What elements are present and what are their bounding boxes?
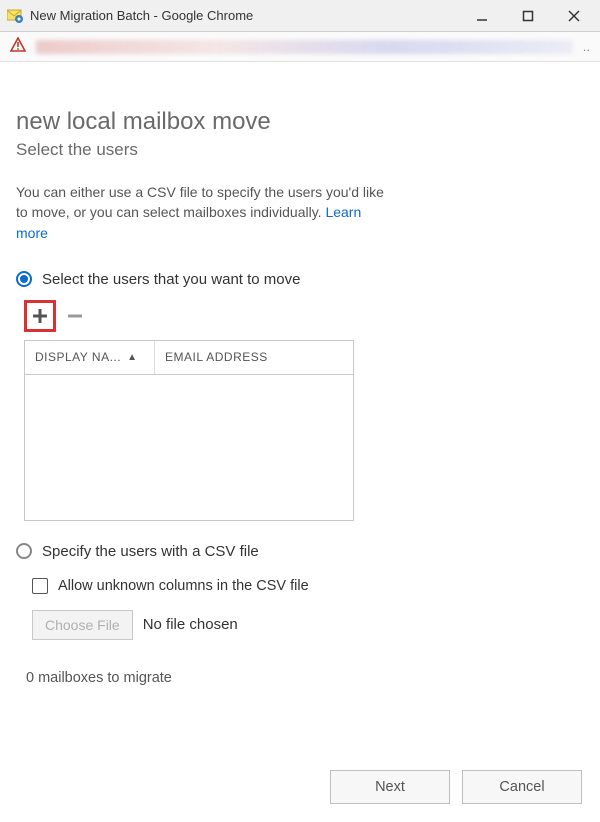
option-select-users-label: Select the users that you want to move: [42, 271, 300, 288]
sort-asc-icon: ▲: [127, 352, 137, 363]
wizard-footer: Next Cancel: [330, 770, 582, 804]
maximize-button[interactable]: [514, 2, 542, 30]
column-display-name[interactable]: DISPLAY NA... ▲: [25, 341, 155, 374]
address-bar: ..: [0, 32, 600, 62]
window-titlebar: New Migration Batch - Google Chrome: [0, 0, 600, 32]
table-body-empty: [25, 375, 353, 520]
page-description: You can either use a CSV file to specify…: [16, 182, 396, 243]
allow-unknown-checkbox[interactable]: [32, 578, 48, 594]
page-subheading: Select the users: [16, 140, 584, 160]
warning-icon: [10, 37, 26, 56]
column-email-address-label: EMAIL ADDRESS: [165, 350, 268, 364]
close-button[interactable]: [560, 2, 588, 30]
no-file-label: No file chosen: [143, 616, 238, 633]
remove-user-button[interactable]: [64, 305, 86, 327]
option-csv[interactable]: Specify the users with a CSV file: [16, 543, 584, 560]
app-icon: [6, 7, 24, 25]
add-button-highlight: [24, 300, 56, 332]
column-email-address[interactable]: EMAIL ADDRESS: [155, 341, 353, 374]
choose-file-button[interactable]: Choose File: [32, 610, 133, 640]
url-ellipsis: ..: [583, 39, 590, 54]
option-select-users[interactable]: Select the users that you want to move: [16, 271, 584, 288]
plus-icon: [31, 307, 49, 325]
minimize-button[interactable]: [468, 2, 496, 30]
table-header-row: DISPLAY NA... ▲ EMAIL ADDRESS: [25, 341, 353, 375]
window-title: New Migration Batch - Google Chrome: [30, 8, 468, 23]
allow-unknown-label: Allow unknown columns in the CSV file: [58, 578, 309, 594]
option-csv-label: Specify the users with a CSV file: [42, 543, 259, 560]
migration-status: 0 mailboxes to migrate: [26, 670, 584, 686]
column-display-name-label: DISPLAY NA...: [35, 350, 121, 364]
users-table: DISPLAY NA... ▲ EMAIL ADDRESS: [24, 340, 354, 521]
radio-select-users[interactable]: [16, 271, 32, 287]
add-user-button[interactable]: [29, 305, 51, 327]
user-toolbar: [24, 300, 584, 332]
page-heading: new local mailbox move: [16, 108, 584, 136]
minus-icon: [66, 307, 84, 325]
allow-unknown-row[interactable]: Allow unknown columns in the CSV file: [32, 578, 584, 594]
page-content: new local mailbox move Select the users …: [0, 62, 600, 686]
radio-csv[interactable]: [16, 543, 32, 559]
next-button[interactable]: Next: [330, 770, 450, 804]
file-chooser-row: Choose File No file chosen: [32, 610, 584, 640]
url-text-blurred: [36, 40, 573, 54]
cancel-button[interactable]: Cancel: [462, 770, 582, 804]
window-controls: [468, 2, 600, 30]
